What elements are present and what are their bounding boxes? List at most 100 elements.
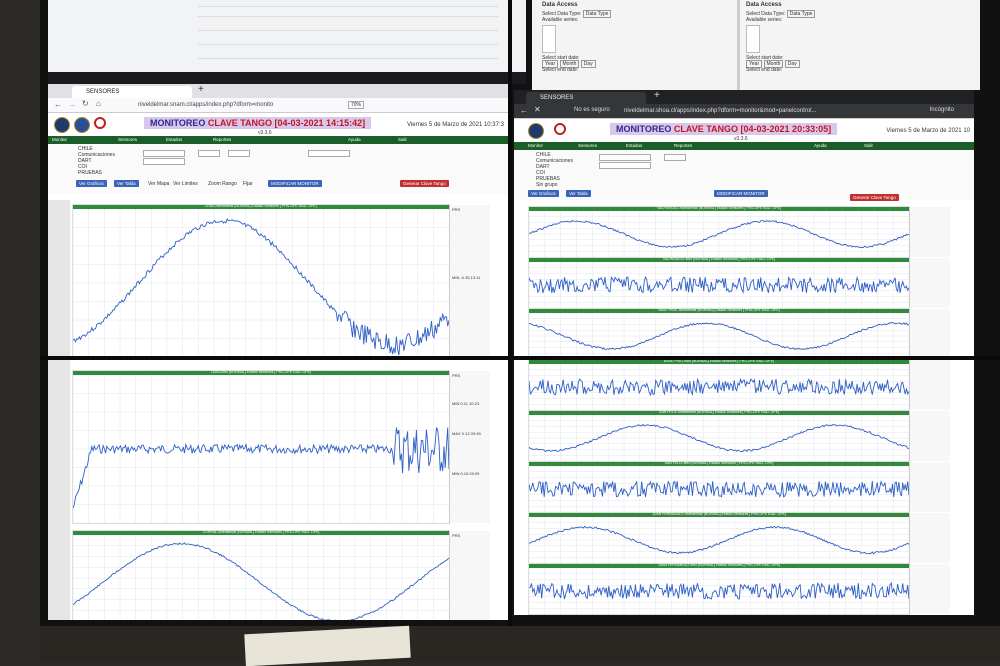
top-right-screen: Data Access Select Data Type: Data Type … bbox=[532, 0, 980, 90]
sensor-select[interactable] bbox=[143, 150, 185, 157]
back-icon[interactable]: ← bbox=[54, 100, 62, 109]
insecure-badge[interactable]: No es seguro bbox=[574, 107, 610, 113]
time-select[interactable] bbox=[664, 154, 686, 161]
nav-ayuda[interactable]: Ayuda bbox=[348, 137, 361, 142]
chart-svg bbox=[73, 375, 449, 523]
series-label: Available series: bbox=[746, 17, 783, 23]
nav-salir[interactable]: Salir bbox=[864, 143, 873, 148]
nav-monitor[interactable]: Monitor bbox=[52, 137, 67, 142]
tab-sensores[interactable]: SENSORES bbox=[526, 92, 646, 104]
chart-grid bbox=[73, 535, 449, 620]
zoom-indicator[interactable]: 70% bbox=[348, 101, 365, 109]
date-label: Viernes 5 de Marzo de 2021 10:37:3 bbox=[407, 122, 504, 128]
divider bbox=[737, 0, 740, 90]
chart-legend: PRS bbox=[449, 531, 490, 620]
control-panel: CHILE Comunicaciones DART COI PRUEBAS Si… bbox=[514, 150, 974, 201]
group-sin-grupo[interactable]: Sin grupo bbox=[536, 182, 557, 188]
ver-tabla-button[interactable]: Ver Tabla bbox=[566, 190, 591, 197]
chart-legend: PRS MIN -0.35 13:11 bbox=[449, 205, 490, 357]
data-type-select[interactable]: Data Type bbox=[582, 10, 612, 18]
incognito-label[interactable]: Incógnito bbox=[930, 107, 954, 113]
url-field[interactable]: niveldelmar.snam.cl/apps/index.php?dform… bbox=[138, 100, 338, 110]
monitor-prefix: MONITOREO bbox=[150, 118, 206, 128]
taskbar bbox=[48, 72, 526, 84]
chart-title: BASE PRAT-niveldelmar [NORMAL] Estado Se… bbox=[658, 308, 780, 312]
sensor-select-2[interactable] bbox=[143, 158, 185, 165]
chart-grid bbox=[529, 364, 909, 410]
nav-salir[interactable]: Salir bbox=[398, 137, 407, 142]
sensor-select-2[interactable] bbox=[599, 162, 651, 169]
nav-estados[interactable]: Estados bbox=[626, 143, 642, 148]
chart-legend bbox=[909, 513, 950, 563]
nav-ayuda[interactable]: Ayuda bbox=[814, 143, 827, 148]
modificar-monitor-button[interactable]: MODIFICAR MONITOR bbox=[714, 190, 768, 197]
check-zoom-rango[interactable]: Zoom Rango bbox=[208, 181, 237, 187]
date-label: Viernes 5 de Marzo de 2021 10 bbox=[886, 128, 970, 134]
new-tab-icon[interactable]: + bbox=[654, 90, 660, 101]
legend-prs: PRS bbox=[452, 533, 461, 538]
end-label: Select end date: bbox=[542, 67, 579, 73]
no-sound-icon[interactable] bbox=[554, 123, 566, 135]
ver-tabla-button[interactable]: Ver Tabla bbox=[114, 180, 139, 187]
generar-clave-tango-button[interactable]: Generar Clave Tango bbox=[850, 194, 899, 201]
interval-select[interactable] bbox=[228, 150, 250, 157]
main-nav: Monitor Sensores Estados Reportes Ayuda … bbox=[48, 136, 508, 144]
reload-icon[interactable]: ↻ bbox=[82, 99, 89, 108]
no-sound-icon[interactable] bbox=[94, 117, 106, 129]
address-bar: ← ✕ No es seguro niveldelmar.shoa.cl/app… bbox=[514, 104, 974, 119]
check-fijar[interactable]: Fijar bbox=[243, 181, 253, 187]
chart-svg bbox=[529, 517, 909, 563]
series-list[interactable] bbox=[746, 25, 760, 53]
chart-right-1: VALPARAISO-filtro [NORMAL] Estado Sensor… bbox=[528, 257, 950, 309]
url-field[interactable]: niveldelmar.shoa.cl/apps/index.php?dform… bbox=[624, 106, 924, 116]
monitor-title: MONITOREO CLAVE TANGO [04-03-2021 14:15:… bbox=[144, 117, 372, 129]
legend-min: MIN -0.35 13:11 bbox=[452, 275, 481, 280]
chart-title: JUAN FERNANDEZ-filtro [NORMAL] Estado Se… bbox=[657, 563, 781, 567]
check-ver-mapa[interactable]: Ver Mapa bbox=[148, 181, 169, 187]
nav-reportes[interactable]: Reportes bbox=[674, 143, 692, 148]
series-label: Available series: bbox=[542, 17, 579, 23]
ver-graficos-button[interactable]: Ver Graficos bbox=[528, 190, 559, 197]
panel-heading: Data Access bbox=[746, 2, 782, 8]
left-sidebar-strip bbox=[48, 200, 70, 620]
home-icon[interactable]: ⌂ bbox=[96, 99, 101, 108]
series-list[interactable] bbox=[542, 25, 556, 53]
forward-icon[interactable]: → bbox=[68, 100, 76, 109]
date-input[interactable] bbox=[308, 150, 350, 157]
ver-graficos-button[interactable]: Ver Graficos bbox=[76, 180, 107, 187]
nav-sensores[interactable]: Sensores bbox=[578, 143, 597, 148]
shoa-logo-icon bbox=[54, 117, 70, 133]
group-pruebas[interactable]: PRUEBAS bbox=[78, 170, 102, 176]
legend-max: MAX 0.12 09:39 bbox=[452, 431, 481, 436]
chart-title: LEBU-filtro [NORMAL] Estado Sensores [ P… bbox=[211, 370, 311, 374]
data-type-select[interactable]: Data Type bbox=[786, 10, 816, 18]
chart-right-4: SAN FELIX-niveldelmar [NORMAL] Estado Se… bbox=[528, 410, 950, 462]
day-select[interactable]: Day bbox=[784, 60, 800, 68]
chart-title: VALPARAISO-niveldelmar [NORMAL] Estado S… bbox=[657, 206, 781, 210]
nav-monitor[interactable]: Monitor bbox=[528, 143, 543, 148]
tab-sensores[interactable]: SENSORES bbox=[72, 86, 192, 98]
back-icon[interactable]: ← bbox=[520, 106, 528, 115]
legend-prs: PRS bbox=[452, 373, 461, 378]
new-tab-icon[interactable]: + bbox=[198, 84, 204, 95]
modificar-monitor-button[interactable]: MODIFICAR MONITOR bbox=[268, 180, 322, 187]
chart-legend bbox=[909, 309, 950, 359]
check-ver-limites[interactable]: Ver Limites bbox=[173, 181, 198, 187]
day-select[interactable]: Day bbox=[580, 60, 596, 68]
chart-title: SAN FELIX-niveldelmar [NORMAL] Estado Se… bbox=[658, 410, 779, 414]
chart-grid bbox=[529, 568, 909, 614]
sensor-select[interactable] bbox=[599, 154, 651, 161]
top-left-screen bbox=[48, 0, 526, 72]
clave-tango-label: CLAVE TANGO [04-03-2021 20:33:05] bbox=[673, 124, 832, 134]
chart-svg bbox=[73, 535, 449, 620]
chart-right-0: VALPARAISO-niveldelmar [NORMAL] Estado S… bbox=[528, 206, 950, 258]
nav-estados[interactable]: Estados bbox=[166, 137, 182, 142]
chart-grid bbox=[73, 209, 449, 357]
time-select[interactable] bbox=[198, 150, 220, 157]
generar-clave-tango-button[interactable]: Generar Clave Tango bbox=[400, 180, 449, 187]
nav-sensores[interactable]: Sensores bbox=[118, 137, 137, 142]
chart-svg bbox=[73, 209, 449, 357]
close-load-icon[interactable]: ✕ bbox=[534, 105, 541, 114]
nav-reportes[interactable]: Reportes bbox=[213, 137, 231, 142]
tab-label: SENSORES bbox=[540, 95, 574, 101]
